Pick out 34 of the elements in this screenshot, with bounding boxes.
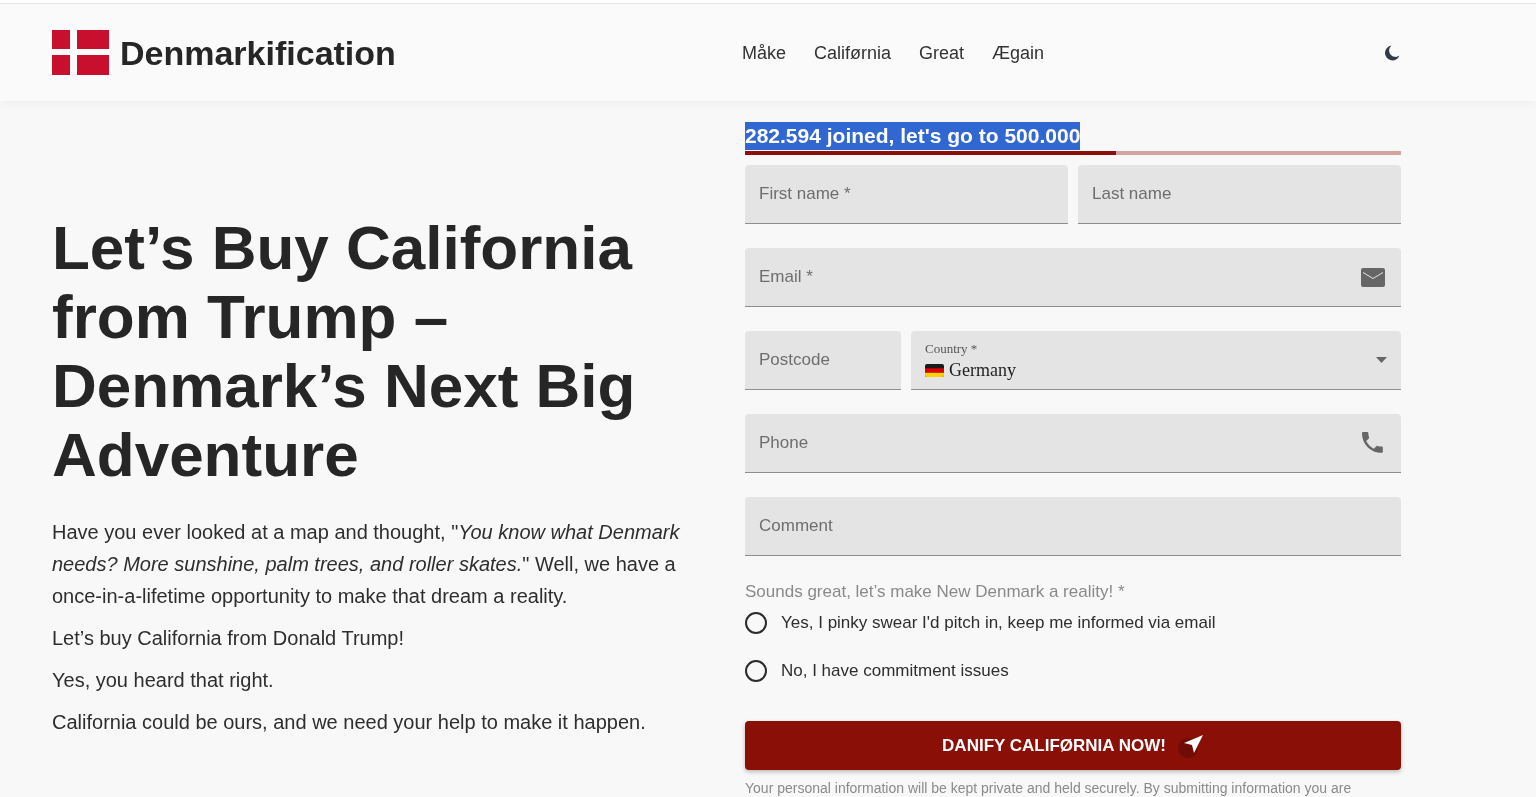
radio-label[interactable]: Yes, I pinky swear I'd pitch in, keep me informed via email [781,611,1216,635]
body-paragraph: California could be ours, and we need your help to make it happen. [52,710,647,735]
phone-icon [1362,432,1384,454]
site-logo[interactable]: Denmarkification [120,32,396,73]
page-heading: Let’s Buy California from Trump – Denmark’s Next Big Adventure [52,213,637,489]
body-paragraph: Yes, you heard that right. [52,668,275,693]
radio-button[interactable] [745,612,767,634]
caret-icon [1376,357,1387,363]
phone-field[interactable]: Phone [745,414,1401,473]
country-select[interactable]: Country * Germany [911,331,1401,390]
danish-flag-logo-icon[interactable] [52,30,109,75]
envelope-icon [1361,268,1385,287]
field-label: Country * [925,341,978,357]
send-arrow-icon [1177,733,1204,758]
privacy-note: Your personal information will be kept private and held securely. By submitting information you are [745,779,1353,797]
text-field[interactable]: Comment [745,497,1401,556]
text-field[interactable]: Last name [1078,165,1401,224]
nav-link[interactable]: Great [919,40,965,65]
flag-icon [925,363,944,377]
submit-button[interactable]: DANIFY CALIFØRNIA NOW! [745,721,1401,770]
radio-button[interactable] [745,660,767,682]
nav-link[interactable]: Ægain [992,40,1045,65]
select-value: Germany [949,359,1016,381]
question-label: Sounds great, let’s make New Denmark a reality! * [745,581,1126,603]
text-field[interactable]: Postcode [745,331,901,390]
body-paragraph: Let’s buy California from Donald Trump! [52,626,405,651]
email-field[interactable]: Email * [745,248,1401,307]
body-paragraph: Have you ever looked at a map and thought, "You know what Denmark needs? More sunshine, palm trees, and roller skates." Well, we have a once-in-a-lifetime opportunity to make that dream a reality. [52,520,681,609]
moon-icon[interactable] [1384,44,1400,61]
radio-label[interactable]: No, I have commitment issues [781,659,1009,683]
nav-link[interactable]: Måke [742,40,786,65]
nav-link[interactable]: Califørnia [814,40,892,65]
text-field[interactable]: First name * [745,165,1068,224]
progress-label: 282.594 joined, let's go to 500.000 [745,122,1081,150]
